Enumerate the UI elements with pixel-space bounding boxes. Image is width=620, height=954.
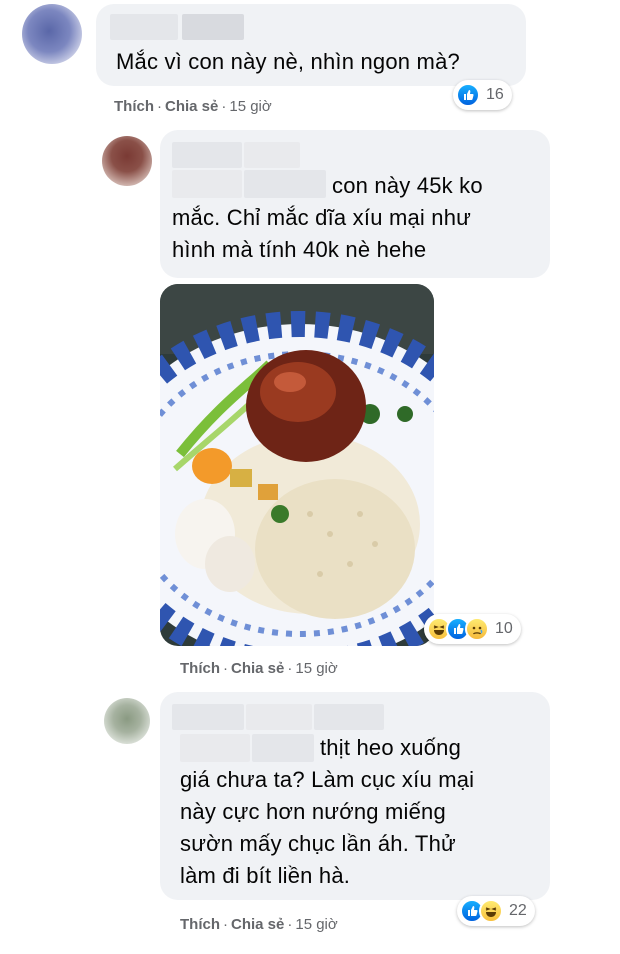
haha-icon xyxy=(479,899,503,923)
comment-text: thịt heo xuống xyxy=(320,735,462,760)
timestamp[interactable]: 15 giờ xyxy=(295,916,337,933)
comment-text: giá chưa ta? Làm cục xíu mại xyxy=(180,767,475,792)
comment-bubble: con này 45k ko mắc. Chỉ mắc dĩa xíu mại … xyxy=(160,130,550,278)
reaction-summary[interactable]: 16 xyxy=(453,80,512,110)
author-name-redacted[interactable] xyxy=(172,170,242,198)
author-name-redacted[interactable] xyxy=(314,704,384,730)
share-link[interactable]: Chia sẻ xyxy=(231,916,284,933)
comment-text: hình mà tính 40k nè hehe xyxy=(172,237,427,262)
comment-text: con này 45k ko xyxy=(332,173,483,198)
like-link[interactable]: Thích xyxy=(180,916,220,933)
author-name-redacted[interactable] xyxy=(182,14,244,40)
like-link[interactable]: Thích xyxy=(180,660,220,677)
share-link[interactable]: Chia sẻ xyxy=(231,660,284,677)
author-name-redacted[interactable] xyxy=(172,142,242,168)
reaction-count: 22 xyxy=(509,902,527,919)
comment-text: Mắc vì con này nè, nhìn ngon mà? xyxy=(116,49,460,74)
comment-text: sườn mấy chục lần áh. Thử xyxy=(180,831,456,856)
reaction-summary[interactable]: 10 xyxy=(424,614,521,644)
share-link[interactable]: Chia sẻ xyxy=(165,98,218,115)
author-name-redacted[interactable] xyxy=(246,704,312,730)
avatar[interactable] xyxy=(102,136,152,186)
avatar[interactable] xyxy=(22,4,82,64)
food-photo-image xyxy=(160,284,434,646)
author-name-redacted[interactable] xyxy=(172,704,244,730)
reaction-count: 16 xyxy=(486,86,504,103)
comment-text: làm đi bít liền hà. xyxy=(180,863,351,888)
author-name-redacted[interactable] xyxy=(244,170,326,198)
reaction-summary[interactable]: 22 xyxy=(457,896,535,926)
comment-text: mắc. Chỉ mắc dĩa xíu mại như xyxy=(172,205,472,230)
comment-bubble: thịt heo xuống giá chưa ta? Làm cục xíu … xyxy=(160,692,550,900)
avatar[interactable] xyxy=(104,698,150,744)
comment-text: này cực hơn nướng miếng xyxy=(180,799,446,824)
like-icon xyxy=(456,83,480,107)
comment-actions: Thích · Chia sẻ · 15 giờ xyxy=(180,660,338,677)
reaction-count: 10 xyxy=(495,620,513,637)
author-name-redacted[interactable] xyxy=(180,734,250,762)
comment-bubble: Mắc vì con này nè, nhìn ngon mà? xyxy=(96,4,526,86)
timestamp[interactable]: 15 giờ xyxy=(295,660,337,677)
author-name-redacted[interactable] xyxy=(110,14,178,40)
timestamp[interactable]: 15 giờ xyxy=(229,98,271,115)
like-link[interactable]: Thích xyxy=(114,98,154,115)
sad-icon xyxy=(465,617,489,641)
comment-actions: Thích · Chia sẻ · 15 giờ xyxy=(180,916,338,933)
food-photo[interactable] xyxy=(160,284,434,646)
comment-actions: Thích · Chia sẻ · 15 giờ xyxy=(114,98,272,115)
author-name-redacted[interactable] xyxy=(244,142,300,168)
author-name-redacted[interactable] xyxy=(252,734,314,762)
